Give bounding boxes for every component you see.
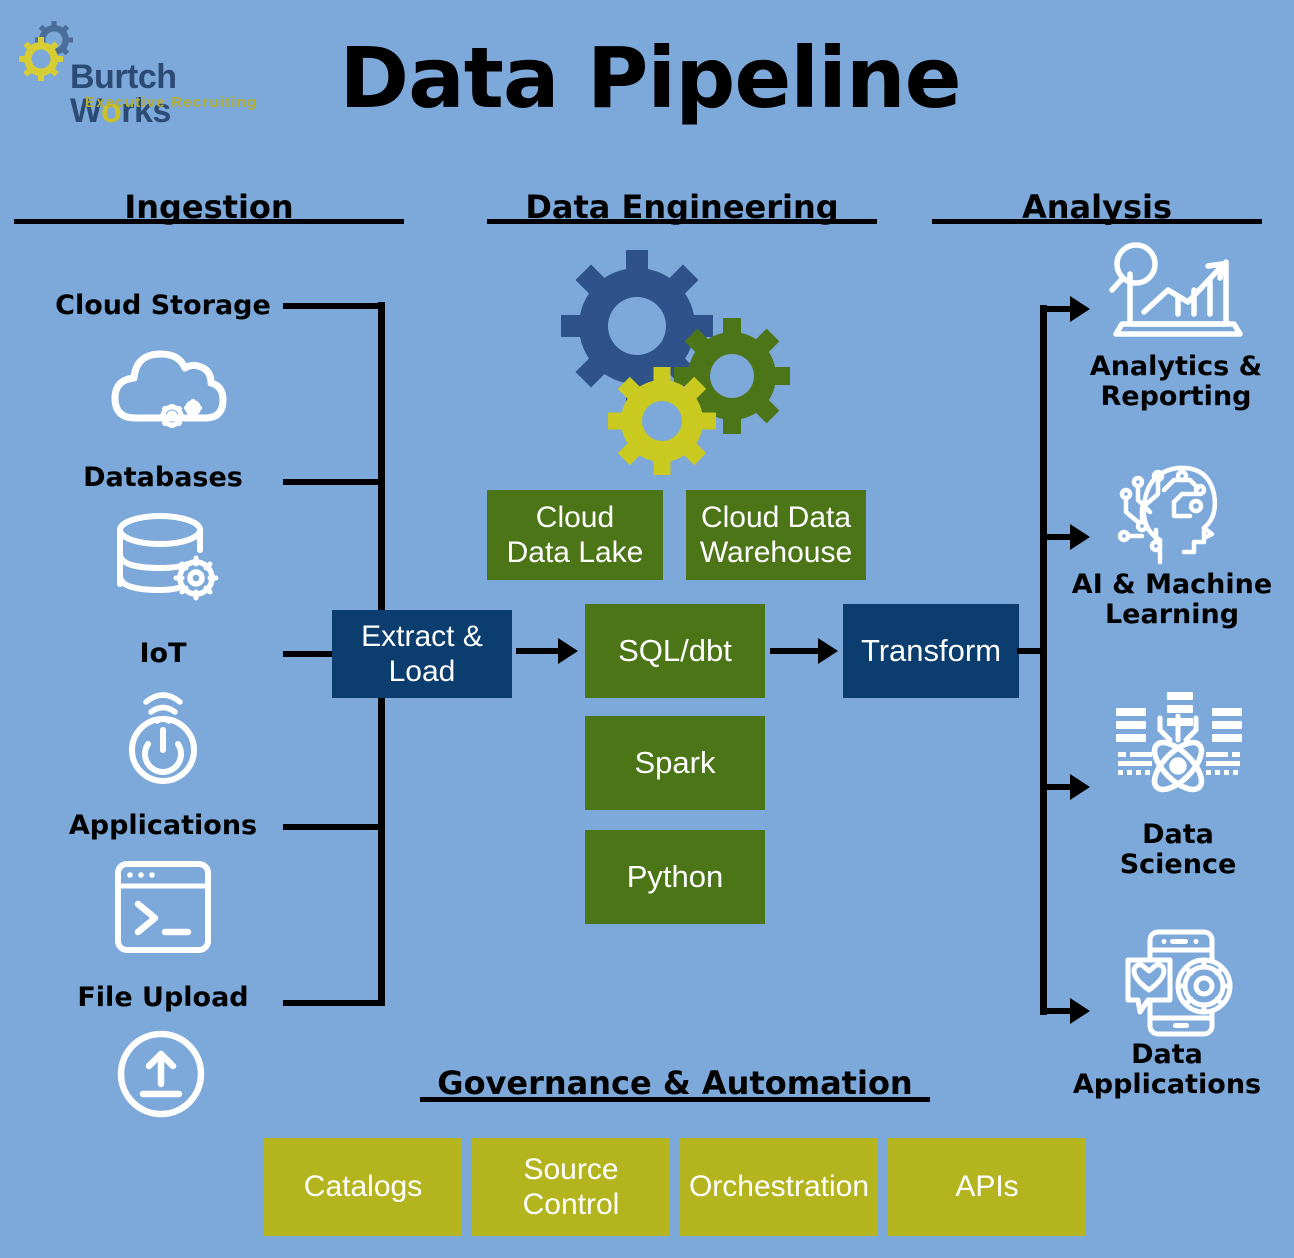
analysis-label-data-applications-line2: Applications (1072, 1069, 1262, 1101)
ingestion-label-databases: Databases (83, 462, 243, 493)
analysis-label-analytics-reporting: Analytics & Reporting (1058, 351, 1294, 413)
section-rule-analysis (932, 219, 1262, 224)
analysis-label-analytics-reporting-line1: Analytics & (1089, 351, 1263, 382)
analysis-label-data-applications-line1: Data (1131, 1039, 1203, 1070)
ai-brain-icon (1112, 450, 1232, 570)
box-orchestration[interactable]: Orchestration (680, 1138, 878, 1236)
arrow-ai-machine-learning (1070, 524, 1090, 550)
box-catalogs-label: Catalogs (303, 1170, 423, 1204)
connector-file-upload (283, 1000, 381, 1006)
analysis-label-data-applications: Data Applications (1040, 1039, 1294, 1101)
box-python-label: Python (626, 858, 724, 894)
logo-tagline: Executive Recruiting (85, 94, 258, 111)
gears-cluster-icon (552, 246, 812, 475)
arrow-sql-to-transform-line (770, 648, 820, 654)
box-extract-load-line1: Extract & (361, 619, 483, 653)
diagram-canvas: Burtch Works Executive Recruiting Data P… (0, 0, 1294, 1258)
box-spark-label: Spark (634, 744, 716, 780)
box-transform-label: Transform (860, 632, 1002, 668)
arrow-data-applications (1070, 998, 1090, 1024)
box-cloud-data-warehouse-line1: Cloud Data (700, 500, 852, 534)
box-cloud-data-warehouse-line2: Warehouse (699, 536, 853, 569)
ingestion-label-cloud-storage: Cloud Storage (55, 290, 271, 321)
section-rule-ingestion (14, 219, 404, 224)
box-source-control-line2: Control (522, 1188, 620, 1221)
box-transform[interactable]: Transform (843, 604, 1019, 698)
mobile-app-icon (1118, 928, 1244, 1038)
analysis-label-data-science-line2: Science (1119, 849, 1237, 881)
box-apis-label: APIs (955, 1170, 1019, 1204)
analysis-label-ai-machine-learning-line1: AI & Machine (1071, 569, 1273, 600)
section-rule-governance (420, 1097, 930, 1102)
ingestion-label-iot: IoT (139, 638, 187, 669)
file-upload-icon (113, 1026, 209, 1122)
atom-data-icon (1112, 690, 1244, 802)
box-apis[interactable]: APIs (888, 1138, 1086, 1236)
box-python[interactable]: Python (585, 830, 765, 924)
ingestion-label-file-upload: File Upload (77, 982, 249, 1013)
arrow-analytics-reporting (1070, 296, 1090, 322)
connector-cloud-storage (283, 303, 381, 309)
terminal-window-icon (110, 856, 216, 958)
arrow-extract-to-sql-head (558, 638, 578, 664)
box-spark[interactable]: Spark (585, 716, 765, 810)
box-extract-load-line2: Load (388, 655, 456, 688)
analytics-chart-icon (1104, 242, 1250, 352)
box-source-control-line1: Source (523, 1152, 619, 1186)
box-extract-load[interactable]: Extract & Load (332, 610, 512, 698)
analysis-label-data-science-line1: Data (1142, 819, 1214, 850)
ingestion-label-applications: Applications (68, 810, 258, 841)
connector-applications (283, 824, 381, 830)
analysis-label-ai-machine-learning: AI & Machine Learning (1050, 569, 1294, 631)
box-cloud-data-lake-line1: Cloud (535, 500, 615, 534)
iot-power-icon (110, 682, 216, 786)
box-catalogs[interactable]: Catalogs (264, 1138, 462, 1236)
arrow-sql-to-transform-head (818, 638, 838, 664)
box-cloud-data-lake[interactable]: Cloud Data Lake (487, 490, 663, 580)
box-sql-dbt-label: SQL/dbt (618, 632, 732, 668)
connector-databases (283, 479, 381, 485)
section-rule-data-engineering (487, 219, 877, 224)
cloud-storage-icon (105, 336, 230, 431)
analysis-label-data-science: Data Science (1062, 819, 1294, 881)
burtch-works-logo: Burtch Works Executive Recruiting (19, 21, 282, 128)
arrow-data-science (1070, 774, 1090, 800)
box-sql-dbt[interactable]: SQL/dbt (585, 604, 765, 698)
box-cloud-data-lake-line2: Data Lake (506, 536, 644, 569)
connector-iot (283, 651, 335, 657)
box-source-control[interactable]: Source Control (472, 1138, 670, 1236)
box-cloud-data-warehouse[interactable]: Cloud Data Warehouse (686, 490, 866, 580)
page-title: Data Pipeline (339, 29, 961, 127)
analysis-bus-line (1040, 305, 1047, 1015)
arrow-extract-to-sql-line (516, 648, 561, 654)
database-icon (108, 508, 226, 608)
analysis-label-ai-machine-learning-line2: Learning (1104, 599, 1240, 631)
box-orchestration-label: Orchestration (688, 1170, 870, 1204)
analysis-label-analytics-reporting-line2: Reporting (1100, 381, 1252, 413)
